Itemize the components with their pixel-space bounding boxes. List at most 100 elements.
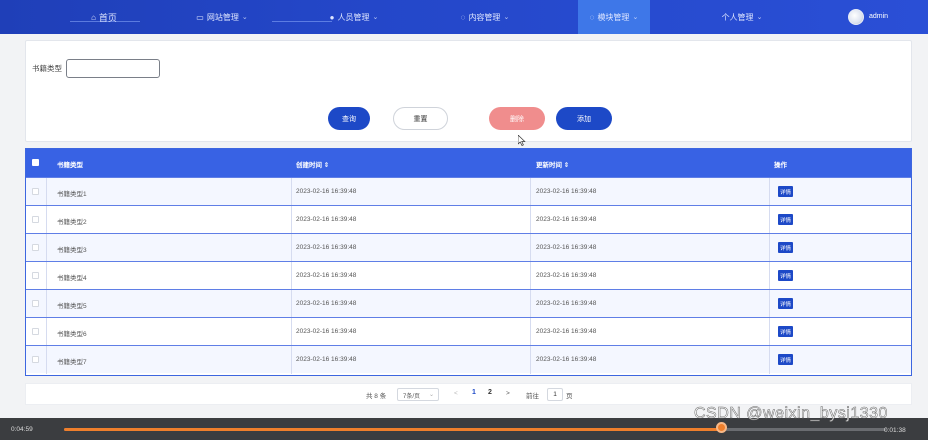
table-row[interactable]: 书籍类型1 2023-02-16 16:39:48 2023-02-16 16:… (26, 177, 911, 206)
detail-button[interactable]: 详情 (778, 326, 793, 337)
reset-button[interactable]: 重置 (393, 107, 448, 130)
row-checkbox[interactable] (32, 216, 39, 223)
cell-updated: 2023-02-16 16:39:48 (536, 272, 597, 279)
data-table: 书籍类型 创建时间 ⇕ 更新时间 ⇕ 操作 书籍类型1 2023-02-16 1… (25, 148, 912, 376)
current-time: 0:04:59 (11, 426, 33, 433)
cell-updated: 2023-02-16 16:39:48 (536, 328, 597, 335)
avatar[interactable] (848, 9, 864, 25)
column-divider (769, 290, 770, 318)
add-button[interactable]: 添加 (556, 107, 612, 130)
detail-button[interactable]: 详情 (778, 298, 793, 309)
column-header-created[interactable]: 创建时间 ⇕ (296, 159, 329, 169)
page-size-select[interactable]: 7条/页 ⌄ (397, 388, 439, 401)
column-header-updated[interactable]: 更新时间 ⇕ (536, 159, 569, 169)
sync-icon: ◌ (589, 12, 595, 22)
table-row[interactable]: 书籍类型7 2023-02-16 16:39:48 2023-02-16 16:… (26, 345, 911, 374)
column-divider (46, 262, 47, 290)
progress-track[interactable] (64, 428, 886, 431)
column-divider (530, 346, 531, 374)
progress-handle[interactable] (715, 422, 727, 433)
page-1[interactable]: 1 (472, 389, 476, 396)
detail-button[interactable]: 详情 (778, 270, 793, 281)
row-checkbox[interactable] (32, 356, 39, 363)
nav-item-module[interactable]: ◌ 模块管理 ⌄ (578, 0, 650, 34)
prev-page-button[interactable]: < (454, 390, 458, 397)
book-type-input[interactable] (66, 59, 160, 78)
detail-button[interactable]: 详情 (778, 242, 793, 253)
detail-button[interactable]: 详情 (778, 186, 793, 197)
table-row[interactable]: 书籍类型6 2023-02-16 16:39:48 2023-02-16 16:… (26, 317, 911, 346)
row-checkbox[interactable] (32, 188, 39, 195)
column-divider (769, 206, 770, 234)
table-row[interactable]: 书籍类型2 2023-02-16 16:39:48 2023-02-16 16:… (26, 205, 911, 234)
goto-page-input[interactable]: 1 (547, 388, 563, 401)
mouse-cursor-icon (518, 135, 526, 146)
nav-item-label: 网站管理 (206, 12, 239, 22)
table-header: 书籍类型 创建时间 ⇕ 更新时间 ⇕ 操作 (26, 149, 911, 177)
column-divider (291, 178, 292, 206)
nav-item-label: 人员管理 (337, 12, 370, 22)
column-divider (46, 206, 47, 234)
cell-type: 书籍类型1 (57, 191, 87, 198)
delete-button[interactable]: 删除 (489, 107, 545, 130)
home-icon: ⌂ (91, 12, 96, 22)
column-divider (291, 346, 292, 374)
chevron-down-icon: ⌄ (503, 14, 510, 21)
next-page-button[interactable]: > (506, 390, 510, 397)
row-checkbox[interactable] (32, 300, 39, 307)
goto-label: 前往 (526, 393, 539, 400)
cell-created: 2023-02-16 16:39:48 (296, 272, 357, 279)
column-divider (291, 234, 292, 262)
column-divider (769, 346, 770, 374)
cell-updated: 2023-02-16 16:39:48 (536, 244, 597, 251)
column-divider (46, 234, 47, 262)
query-button[interactable]: 查询 (328, 107, 370, 130)
cell-type: 书籍类型7 (57, 359, 87, 366)
cell-created: 2023-02-16 16:39:48 (296, 188, 357, 195)
column-divider (530, 234, 531, 262)
search-panel: 书籍类型 查询 重置 删除 添加 (25, 40, 912, 142)
total-count: 共 8 条 (366, 393, 387, 400)
username[interactable]: admin (869, 13, 888, 20)
column-divider (769, 178, 770, 206)
pagination: 共 8 条 7条/页 ⌄ < 1 2 > 前往 1 页 (25, 383, 912, 405)
cell-created: 2023-02-16 16:39:48 (296, 356, 357, 363)
row-checkbox[interactable] (32, 244, 39, 251)
page-2[interactable]: 2 (488, 389, 492, 396)
cell-created: 2023-02-16 16:39:48 (296, 300, 357, 307)
column-divider (769, 234, 770, 262)
watermark: CSDN @weixin_bysj1330 (694, 405, 888, 423)
column-divider (769, 262, 770, 290)
nav-item-home[interactable]: ⌂ 首页 (84, 0, 124, 34)
cell-type: 书籍类型5 (57, 303, 87, 310)
nav-item-staff[interactable]: ● 人员管理 ⌄ (322, 0, 386, 34)
column-header-type[interactable]: 书籍类型 (57, 159, 83, 169)
table-row[interactable]: 书籍类型3 2023-02-16 16:39:48 2023-02-16 16:… (26, 233, 911, 262)
nav-item-label: 个人管理 (721, 12, 754, 22)
detail-button[interactable]: 详情 (778, 354, 793, 365)
cell-type: 书籍类型4 (57, 275, 87, 282)
cell-type: 书籍类型3 (57, 247, 87, 254)
total-time: 0:01:38 (884, 427, 906, 434)
chevron-down-icon: ⌄ (428, 392, 434, 398)
page-unit-label: 页 (566, 393, 573, 400)
nav-item-site[interactable]: ▭ 网站管理 ⌄ (190, 0, 254, 34)
column-divider (291, 206, 292, 234)
column-divider (530, 178, 531, 206)
cell-updated: 2023-02-16 16:39:48 (536, 188, 597, 195)
nav-item-label: 首页 (98, 12, 117, 23)
detail-button[interactable]: 详情 (778, 214, 793, 225)
monitor-icon: ▭ (196, 12, 204, 22)
column-divider (530, 262, 531, 290)
nav-item-content[interactable]: ◌ 内容管理 ⌄ (453, 0, 517, 34)
table-row[interactable]: 书籍类型4 2023-02-16 16:39:48 2023-02-16 16:… (26, 261, 911, 290)
row-checkbox[interactable] (32, 272, 39, 279)
nav-item-personal[interactable]: 个人管理 ⌄ (718, 0, 766, 34)
table-row[interactable]: 书籍类型5 2023-02-16 16:39:48 2023-02-16 16:… (26, 289, 911, 318)
column-divider (530, 206, 531, 234)
cell-updated: 2023-02-16 16:39:48 (536, 216, 597, 223)
cell-created: 2023-02-16 16:39:48 (296, 328, 357, 335)
select-all-checkbox[interactable] (32, 159, 39, 166)
column-divider (46, 178, 47, 206)
row-checkbox[interactable] (32, 328, 39, 335)
